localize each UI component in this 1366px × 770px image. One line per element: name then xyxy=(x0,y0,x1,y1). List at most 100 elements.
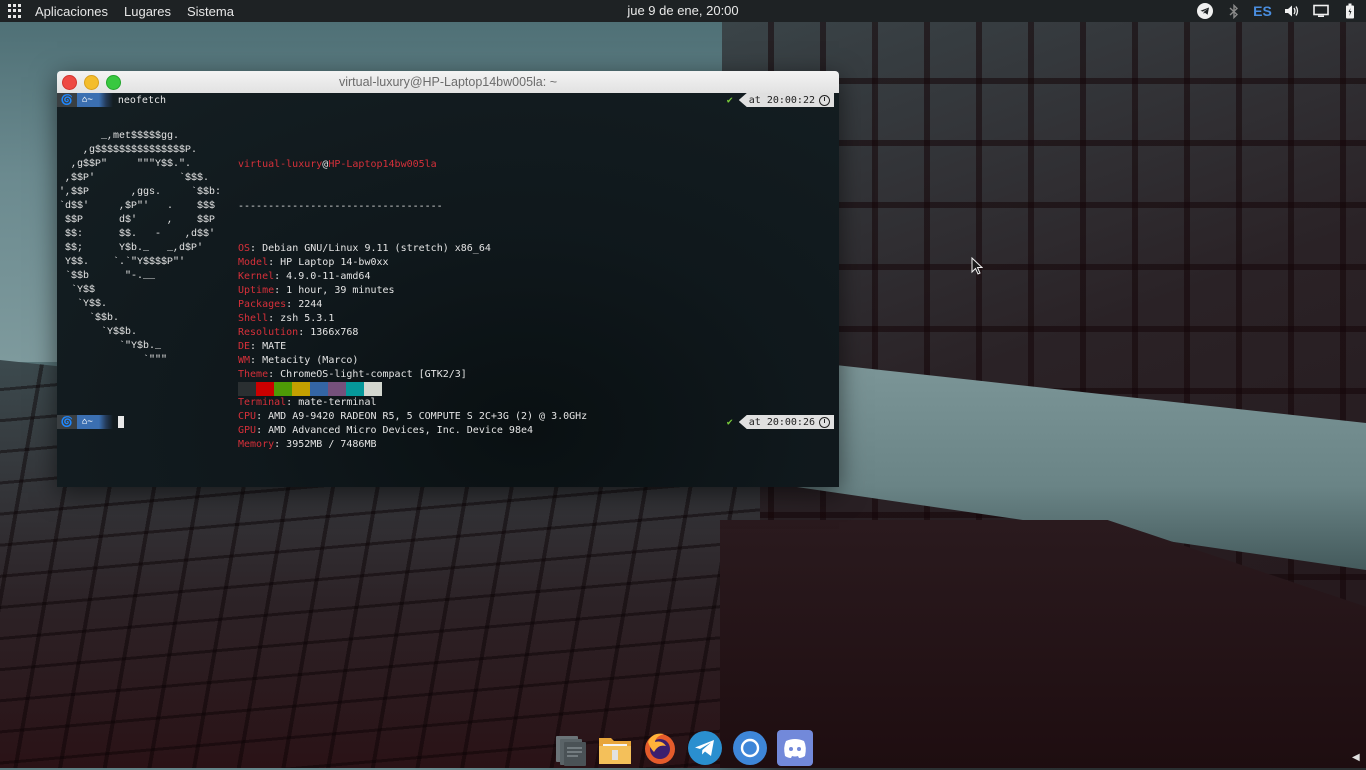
prompt-right: ✔ at 20:00:22 xyxy=(727,93,834,107)
ascii-line: _,met$$$$$gg. xyxy=(59,131,180,142)
info-key: Kernel xyxy=(238,271,275,282)
panel-arrow-icon[interactable]: ◀ xyxy=(1352,752,1360,763)
info-key: DE xyxy=(238,341,251,352)
info-colon: : xyxy=(274,439,287,450)
text-cursor xyxy=(117,416,124,428)
info-key: Model xyxy=(238,257,269,268)
prompt-time: at 20:00:22 xyxy=(748,94,815,106)
info-row: Terminal: mate-terminal xyxy=(238,396,587,410)
ascii-line: `d$$' ,$P"' . $$$ xyxy=(59,201,216,212)
info-key: Terminal xyxy=(238,397,287,408)
prompt-right: ✔ at 20:00:26 xyxy=(727,415,834,429)
info-colon: : xyxy=(250,341,263,352)
chromium-icon[interactable] xyxy=(732,730,768,766)
info-row: Kernel: 4.9.0-11-amd64 xyxy=(238,270,587,284)
info-key: Shell xyxy=(238,313,269,324)
info-key: OS xyxy=(238,243,251,254)
file-browser-icon[interactable] xyxy=(597,730,633,766)
firefox-icon[interactable] xyxy=(642,730,678,766)
user-host-line: virtual-luxury@HP-Laptop14bw005la xyxy=(238,158,587,172)
info-value: 2244 xyxy=(298,299,323,310)
info-value: HP Laptop 14-bw0xx xyxy=(280,257,389,268)
info-row: Resolution: 1366x768 xyxy=(238,326,587,340)
ascii-line: `$$b "-.__ xyxy=(59,271,156,282)
info-key: Theme xyxy=(238,369,269,380)
clock-icon xyxy=(819,94,830,106)
ascii-line: $$: $$. - ,d$$' xyxy=(59,229,216,240)
info-value: Metacity (Marco) xyxy=(262,355,359,366)
debian-swirl-icon: 🌀 xyxy=(57,415,77,429)
info-colon: : xyxy=(268,369,281,380)
palette-swatch xyxy=(310,382,328,396)
info-value: zsh 5.3.1 xyxy=(280,313,335,324)
palette-swatch xyxy=(274,382,292,396)
palette-swatch xyxy=(346,382,364,396)
info-row: OS: Debian GNU/Linux 9.11 (stretch) x86_… xyxy=(238,242,587,256)
terminal-window[interactable]: virtual-luxury@HP-Laptop14bw005la: ~ 🌀 ⌂… xyxy=(57,71,839,487)
telegram-icon[interactable] xyxy=(687,730,723,766)
mouse-pointer-icon xyxy=(971,256,984,279)
ascii-line: `""" xyxy=(59,355,168,366)
display-icon[interactable] xyxy=(1312,3,1329,20)
discord-icon[interactable] xyxy=(777,730,813,766)
info-colon: : xyxy=(250,243,263,254)
ascii-line: `Y$$ xyxy=(59,285,96,296)
info-row: Shell: zsh 5.3.1 xyxy=(238,312,587,326)
info-key: Resolution xyxy=(238,327,299,338)
info-key: Uptime xyxy=(238,285,275,296)
window-title: virtual-luxury@HP-Laptop14bw005la: ~ xyxy=(338,75,557,89)
info-value: Debian GNU/Linux 9.11 (stretch) x86_64 xyxy=(262,243,491,254)
ascii-line: $$P d$' , $$P xyxy=(59,215,216,226)
info-colon: : xyxy=(250,355,263,366)
info-row: Model: HP Laptop 14-bw0xx xyxy=(238,256,587,270)
segment-separator xyxy=(98,415,113,429)
ascii-line: Y$$. `.`"Y$$$$P"' xyxy=(59,257,186,268)
info-colon: : xyxy=(274,271,287,282)
username: virtual-luxury xyxy=(238,159,323,170)
terminal-content[interactable]: 🌀 ⌂~ neofetch ✔ at 20:00:22 _,met$$$$$gg… xyxy=(57,93,839,487)
info-value: 3952MB / 7486MB xyxy=(286,439,377,450)
info-value: MATE xyxy=(262,341,287,352)
ascii-line: `Y$$. xyxy=(59,299,108,310)
command-text: neofetch xyxy=(117,94,167,106)
battery-icon[interactable] xyxy=(1341,3,1358,20)
prompt-time: at 20:00:26 xyxy=(748,416,815,428)
bluetooth-icon[interactable] xyxy=(1225,3,1242,20)
window-titlebar[interactable]: virtual-luxury@HP-Laptop14bw005la: ~ xyxy=(57,71,839,93)
volume-icon[interactable] xyxy=(1283,3,1300,20)
debian-ascii-logo: _,met$$$$$gg. ,g$$$$$$$$$$$$$$$P. ,g$$P"… xyxy=(59,130,221,368)
info-row: Uptime: 1 hour, 39 minutes xyxy=(238,284,587,298)
ascii-line: ',$$P ,ggs. `$$b: xyxy=(59,187,222,198)
top-panel: Aplicaciones Lugares Sistema jue 9 de en… xyxy=(0,0,1366,22)
palette-swatch xyxy=(328,382,346,396)
info-row: Theme: ChromeOS-light-compact [GTK2/3] xyxy=(238,368,587,382)
clock-icon xyxy=(819,416,830,428)
time-segment: at 20:00:26 xyxy=(738,415,834,429)
info-colon: : xyxy=(274,285,287,296)
check-icon: ✔ xyxy=(726,94,733,106)
time-segment: at 20:00:22 xyxy=(738,93,834,107)
clock-label[interactable]: jue 9 de ene, 20:00 xyxy=(627,3,738,18)
system-tray: ES xyxy=(1196,0,1358,22)
info-value: 4.9.0-11-amd64 xyxy=(286,271,371,282)
ascii-line: `$$b. xyxy=(59,313,120,324)
ascii-line: `"Y$b._ xyxy=(59,341,162,352)
keyboard-layout-indicator[interactable]: ES xyxy=(1253,3,1272,20)
info-colon: : xyxy=(268,313,281,324)
info-key: Memory xyxy=(238,439,275,450)
ascii-line: ,g$$P" """Y$$.". xyxy=(59,159,192,170)
files-manager-icon[interactable] xyxy=(552,730,588,766)
color-palette xyxy=(238,382,382,396)
panel-clock[interactable]: jue 9 de ene, 20:00 xyxy=(0,3,1366,18)
separator-line: ---------------------------------- xyxy=(238,201,443,212)
info-colon: : xyxy=(298,327,311,338)
telegram-tray-icon[interactable] xyxy=(1196,3,1213,20)
info-key: Packages xyxy=(238,299,287,310)
dock xyxy=(550,727,816,768)
info-colon: : xyxy=(268,257,281,268)
ascii-line: `Y$$b. xyxy=(59,327,138,338)
prompt-line-active: 🌀 ⌂~ ✔ at 20:00:26 xyxy=(57,415,839,429)
palette-swatch xyxy=(238,382,256,396)
ascii-line: $$; Y$b._ _,d$P' xyxy=(59,243,204,254)
prompt-left: 🌀 ⌂~ xyxy=(57,415,124,429)
